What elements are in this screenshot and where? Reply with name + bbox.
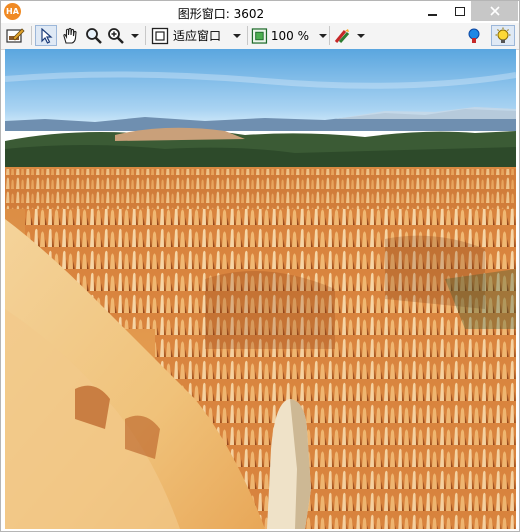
image-canvas[interactable] xyxy=(5,49,516,529)
minimize-icon xyxy=(427,13,437,16)
pixel-info-button[interactable] xyxy=(463,25,485,46)
settings-button[interactable] xyxy=(491,25,515,46)
chevron-down-icon xyxy=(357,33,365,38)
fit-window-icon xyxy=(151,27,169,44)
magnifier-icon xyxy=(86,27,102,44)
toolbar-separator xyxy=(329,26,330,45)
toolbar: 适应窗口 100 % xyxy=(1,23,519,50)
draw-mode-dropdown[interactable] xyxy=(333,25,367,46)
minimize-button[interactable] xyxy=(417,1,447,21)
save-image-button[interactable] xyxy=(5,25,27,46)
toolbar-separator xyxy=(31,26,32,45)
magnify-tool-button[interactable] xyxy=(83,25,105,46)
close-button[interactable] xyxy=(471,1,518,21)
landscape-image xyxy=(5,49,516,529)
zoom-level-dropdown[interactable]: 100 % xyxy=(251,25,327,46)
window-title: 图形窗口: 3602 xyxy=(177,7,265,21)
paint-brush-icon xyxy=(334,28,350,43)
fit-window-dropdown[interactable]: 适应窗口 xyxy=(151,25,247,46)
title-bar: HA 图形窗口: 3602 xyxy=(1,1,519,23)
pointer-icon xyxy=(41,27,53,44)
zoom-level-value: 100 % xyxy=(270,28,309,43)
toolbar-separator xyxy=(145,26,146,45)
chevron-down-icon xyxy=(233,33,242,38)
toolbar-separator xyxy=(247,26,248,45)
fit-window-label: 适应窗口 xyxy=(173,29,222,43)
inspect-icon xyxy=(468,28,480,43)
close-icon xyxy=(489,6,500,16)
edit-image-icon xyxy=(6,27,25,43)
chevron-down-icon xyxy=(319,33,327,38)
zoom-in-icon xyxy=(108,27,124,44)
pointer-tool-button[interactable] xyxy=(35,25,57,46)
maximize-icon xyxy=(455,6,465,16)
chevron-down-icon xyxy=(131,33,139,38)
graphics-window: HA 图形窗口: 3602 适应窗口 100 % xyxy=(0,0,520,532)
hand-icon xyxy=(63,27,77,44)
light-bulb-icon xyxy=(495,27,511,43)
pan-tool-button[interactable] xyxy=(59,25,81,46)
zoom-tool-dropdown[interactable] xyxy=(107,25,141,46)
zoom-level-icon xyxy=(251,27,268,44)
